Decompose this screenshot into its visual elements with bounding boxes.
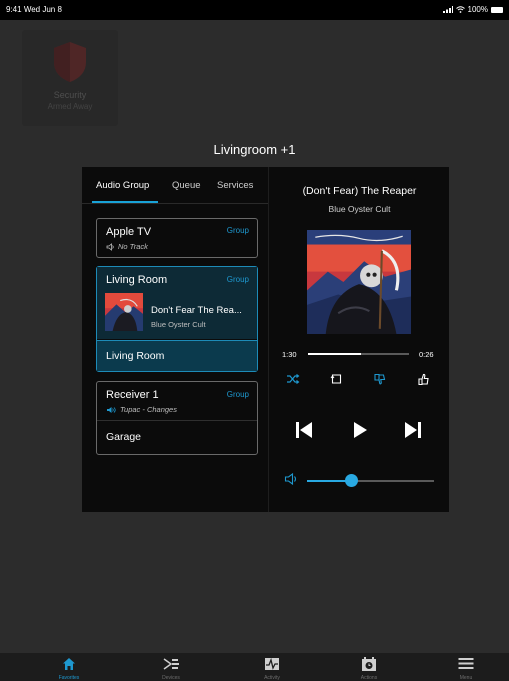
receiver-status-text: Tupac - Changes [120,405,177,414]
nav-devices[interactable]: Devices [141,653,201,681]
menu-icon [458,658,474,669]
volume-icon[interactable] [284,472,300,486]
tab-audio-group[interactable]: Audio Group [96,180,149,191]
receiver-status: Tupac - Changes [106,405,177,414]
living-room-name: Living Room [106,274,168,286]
apple-tv-group-button[interactable]: Group [227,226,249,235]
garage-member-name[interactable]: Garage [106,431,141,443]
active-tab-indicator [92,201,158,203]
room-title: Livingroom +1 [213,142,296,157]
volume-knob[interactable] [345,474,359,487]
now-playing-title: (Don't Fear) The Reaper [302,185,417,197]
remaining-time: 0:26 [419,350,434,359]
mini-album-art [105,293,143,331]
play-icon[interactable] [351,421,369,439]
status-time-date: 9:41 Wed Jun 8 [6,5,62,14]
nav-activity[interactable]: Activity [242,653,302,681]
living-room-member-row[interactable]: Living Room [97,340,257,371]
status-date: Wed Jun 8 [23,5,62,14]
battery-percent: 100% [467,5,488,14]
devices-icon [163,658,179,670]
battery-icon [491,6,503,13]
apple-tv-card[interactable]: Apple TV Group No Track [96,218,258,258]
receiver-card[interactable]: Receiver 1 Group Tupac - Changes Garage [96,381,258,455]
nav-favorites[interactable]: Favorites [39,653,99,681]
repeat-icon[interactable] [330,373,343,385]
now-playing-pane: (Don't Fear) The Reaper Blue Oyster Cult… [270,167,449,512]
tab-queue[interactable]: Queue [172,180,201,191]
volume-slider[interactable] [307,474,434,487]
next-icon[interactable] [403,421,423,439]
nav-devices-label: Devices [162,675,180,681]
shield-icon [54,42,86,82]
progress-fill [308,353,361,355]
receiver-name: Receiver 1 [106,389,159,401]
media-panel: Audio Group Queue Services Apple TV Grou… [82,167,449,512]
thumbs-up-icon[interactable] [417,373,430,386]
bottom-nav: Favorites Devices Activity Actions Menu [0,653,509,681]
thumbs-down-icon[interactable] [373,373,386,386]
nav-activity-label: Activity [264,675,280,681]
living-room-group-button[interactable]: Group [227,275,249,284]
speaker-playing-icon [107,406,116,413]
activity-icon [265,657,279,670]
clock-icon [362,657,376,671]
security-tile[interactable]: Security Armed Away [22,30,118,126]
status-bar: 9:41 Wed Jun 8 100% [0,0,509,20]
nav-menu-label: Menu [459,675,473,681]
speaker-icon [106,242,114,251]
receiver-group-button[interactable]: Group [227,390,249,399]
tab-services[interactable]: Services [217,180,253,191]
apple-tv-name: Apple TV [106,226,152,238]
now-playing-artist: Blue Oyster Cult [328,204,391,214]
living-room-track: Don't Fear The Rea... [151,305,242,316]
receiver-divider [97,420,257,421]
tab-bar: Audio Group Queue Services [82,167,268,204]
security-title: Security [53,90,87,100]
album-art [307,230,411,334]
album-art-image [307,230,411,334]
nav-actions-label: Actions [360,675,378,681]
status-icons: 100% [442,5,503,14]
nav-menu[interactable]: Menu [436,653,496,681]
living-room-artist: Blue Oyster Cult [151,320,206,329]
album-art-image [105,293,143,331]
nav-favorites-label: Favorites [58,675,80,681]
apple-tv-status: No Track [106,242,148,251]
previous-icon[interactable] [294,421,314,439]
wifi-icon [455,6,465,13]
home-icon [63,658,75,670]
signal-icon [442,6,453,13]
shuffle-icon[interactable] [286,373,300,385]
security-status: Armed Away [47,102,93,111]
elapsed-time: 1:30 [282,350,297,359]
audio-group-pane: Audio Group Queue Services Apple TV Grou… [82,167,269,512]
nav-actions[interactable]: Actions [339,653,399,681]
living-room-member-name: Living Room [106,350,165,362]
status-time: 9:41 [6,5,22,14]
progress-bar[interactable] [308,353,409,355]
living-room-card[interactable]: Living Room Group Don't Fear The Rea... … [96,266,258,372]
apple-tv-status-text: No Track [118,242,148,251]
